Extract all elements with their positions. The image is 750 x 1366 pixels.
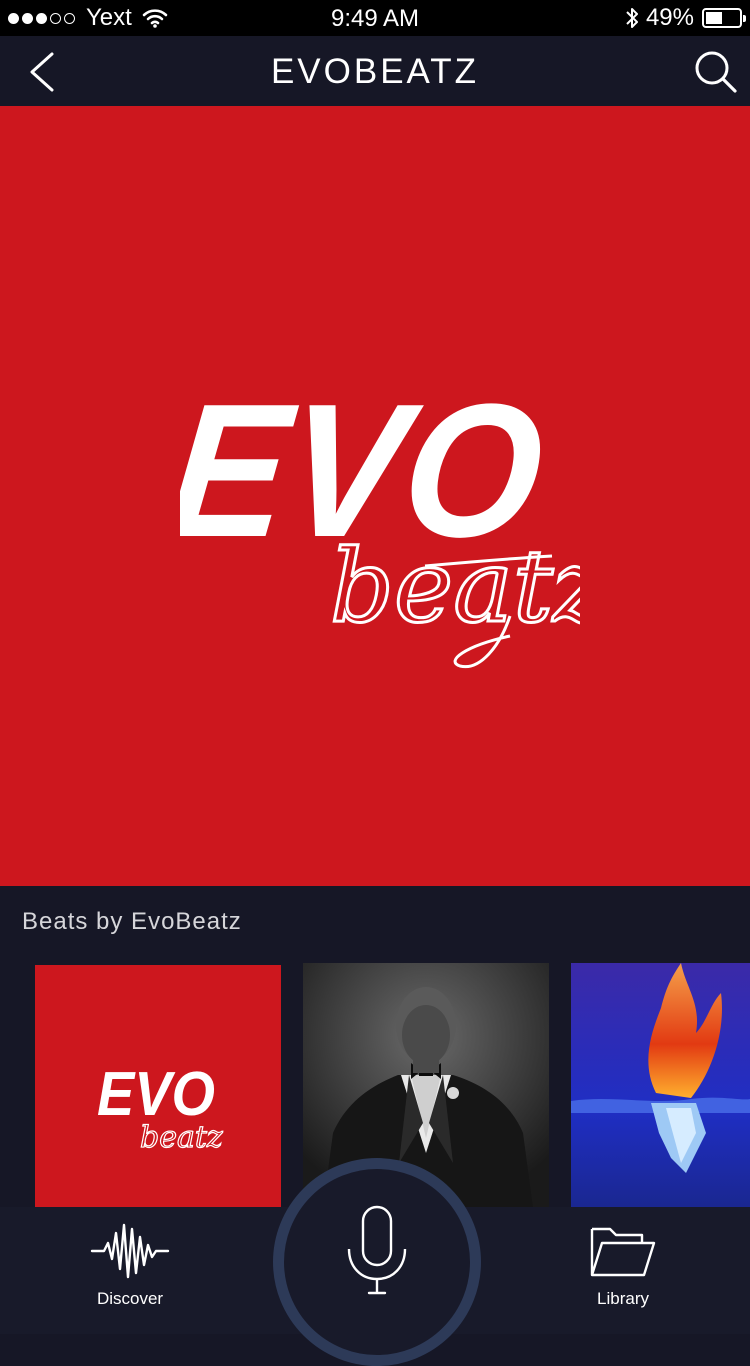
logo-beatz-text: beatz	[330, 528, 580, 645]
album-art	[571, 963, 750, 1208]
artist-hero-image: EVO beatz	[0, 106, 750, 886]
beat-card[interactable]	[571, 963, 750, 1208]
tab-discover-label: Discover	[96, 1289, 164, 1308]
section-title: Beats by EvoBeatz	[22, 908, 242, 935]
nav-bar: EVOBEATZ	[0, 36, 750, 106]
microphone-icon	[347, 1205, 407, 1295]
battery-fill	[706, 12, 722, 24]
tab-library-label: Library	[597, 1289, 649, 1308]
tab-discover[interactable]: Discover	[50, 1207, 210, 1334]
folder-icon	[590, 1227, 656, 1277]
card-logo-evo-text: EVO	[97, 1060, 215, 1129]
card-logo-beatz-text: beatz	[140, 1120, 223, 1155]
battery-percent: 49%	[645, 4, 694, 31]
search-button[interactable]	[692, 48, 740, 96]
search-icon	[695, 51, 737, 93]
tab-library[interactable]: Library	[543, 1207, 703, 1334]
waveform-icon	[90, 1223, 170, 1279]
beat-card[interactable]: EVO beatz	[35, 965, 281, 1210]
evobeatz-logo: EVO beatz	[180, 386, 580, 669]
bluetooth-icon	[626, 8, 638, 28]
evobeatz-logo: EVO beatz	[97, 1060, 223, 1156]
battery-icon	[702, 8, 746, 28]
page-title: EVOBEATZ	[270, 52, 480, 91]
status-bar: Yext 9:49 AM 49%	[0, 0, 750, 36]
battery-area: 49%	[624, 4, 746, 32]
